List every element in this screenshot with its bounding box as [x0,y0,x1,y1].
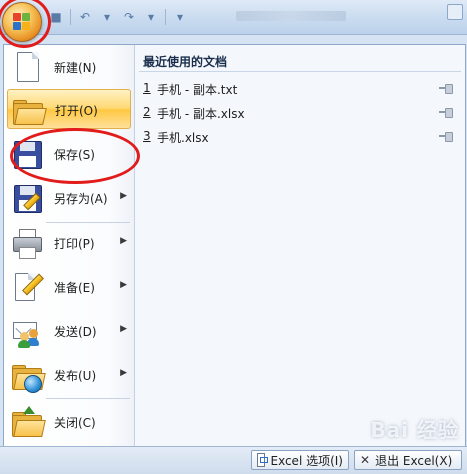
watermark: Bai 经验 [370,418,459,442]
toolbar-divider [165,9,166,25]
pin-icon[interactable] [439,108,453,118]
menu-item-new[interactable]: 新建(N) [7,47,131,87]
menu-item-print[interactable]: 打印(P) ▶ [7,223,131,263]
recent-file-item[interactable]: 1 手机 - 副本.txt [141,78,461,100]
close-folder-icon [11,406,46,438]
recent-file-item[interactable]: 3 手机.xlsx [141,126,461,148]
new-document-icon [11,51,43,83]
minimize-button[interactable] [447,4,463,20]
submenu-arrow-icon: ▶ [120,368,127,378]
menu-item-label: 保存(S) [54,148,95,162]
chevron-down-icon[interactable]: ▾ [99,9,115,25]
office-logo-icon [13,13,31,31]
menu-item-save[interactable]: 保存(S) [7,134,131,174]
options-icon [257,453,269,467]
save-icon[interactable]: ■ [48,9,64,25]
send-icon [11,315,43,348]
menu-item-send[interactable]: 发送(D) ▶ [7,311,131,351]
publish-icon [11,359,46,393]
menu-item-prepare[interactable]: 准备(E) ▶ [7,267,131,307]
recent-documents-title: 最近使用的文档 [143,55,228,69]
menu-item-label: 另存为(A) [54,192,108,206]
menu-item-label: 关闭(C) [54,416,96,430]
office-menu: 新建(N) 打开(O) 保存(S) 另存为(A) ▶ 打印(P) ▶ 准备(E)… [3,44,466,448]
window-title-blurred [236,11,346,21]
menu-item-close[interactable]: 关闭(C) [7,402,131,442]
prepare-icon [11,271,44,303]
close-icon: ✕ [360,453,371,467]
save-as-icon [11,182,43,214]
customize-toolbar-icon[interactable]: ▾ [172,9,188,25]
open-folder-icon [12,94,47,126]
floppy-disk-icon [11,138,43,170]
recent-file-name: 手机 - 副本.xlsx [157,107,245,121]
menu-item-publish[interactable]: 发布(U) ▶ [7,355,131,395]
recent-file-number: 2 [143,105,151,119]
menu-item-open[interactable]: 打开(O) [7,89,131,129]
window-controls [447,4,463,20]
office-button[interactable] [2,2,42,42]
menu-item-label: 发布(U) [54,369,97,383]
chevron-down-icon[interactable]: ▾ [143,9,159,25]
submenu-arrow-icon: ▶ [120,191,127,201]
excel-options-label: Excel 选项(I) [270,453,343,468]
title-divider [139,71,461,72]
toolbar-divider [70,9,71,25]
title-bar: ■ ↶ ▾ ↷ ▾ ▾ [0,0,467,48]
recent-file-item[interactable]: 2 手机 - 副本.xlsx [141,102,461,124]
recent-documents-panel: 最近使用的文档 1 手机 - 副本.txt 2 手机 - 副本.xlsx 3 手… [135,45,465,447]
exit-excel-button[interactable]: ✕ 退出 Excel(X) [354,450,462,470]
menu-item-save-as[interactable]: 另存为(A) ▶ [7,178,131,218]
excel-options-button[interactable]: Excel 选项(I) [251,450,349,470]
exit-excel-label: 退出 Excel(X) [375,453,453,468]
submenu-arrow-icon: ▶ [120,236,127,246]
quick-access-toolbar: ■ ↶ ▾ ↷ ▾ ▾ [48,7,188,27]
menu-item-label: 打开(O) [55,104,98,118]
recent-file-number: 3 [143,129,151,143]
redo-icon[interactable]: ↷ [121,9,137,25]
menu-footer: Excel 选项(I) ✕ 退出 Excel(X) [0,446,467,474]
recent-file-name: 手机 - 副本.txt [157,83,238,97]
menu-item-label: 打印(P) [54,237,95,251]
menu-item-label: 发送(D) [54,325,97,339]
menu-item-label: 准备(E) [54,281,95,295]
menu-separator [46,398,130,399]
menu-item-label: 新建(N) [54,61,97,75]
printer-icon [11,227,43,259]
submenu-arrow-icon: ▶ [120,280,127,290]
undo-icon[interactable]: ↶ [77,9,93,25]
pin-icon[interactable] [439,132,453,142]
recent-file-number: 1 [143,81,151,95]
recent-file-name: 手机.xlsx [157,131,209,145]
menu-commands: 新建(N) 打开(O) 保存(S) 另存为(A) ▶ 打印(P) ▶ 准备(E)… [4,45,140,447]
pin-icon[interactable] [439,84,453,94]
submenu-arrow-icon: ▶ [120,324,127,334]
